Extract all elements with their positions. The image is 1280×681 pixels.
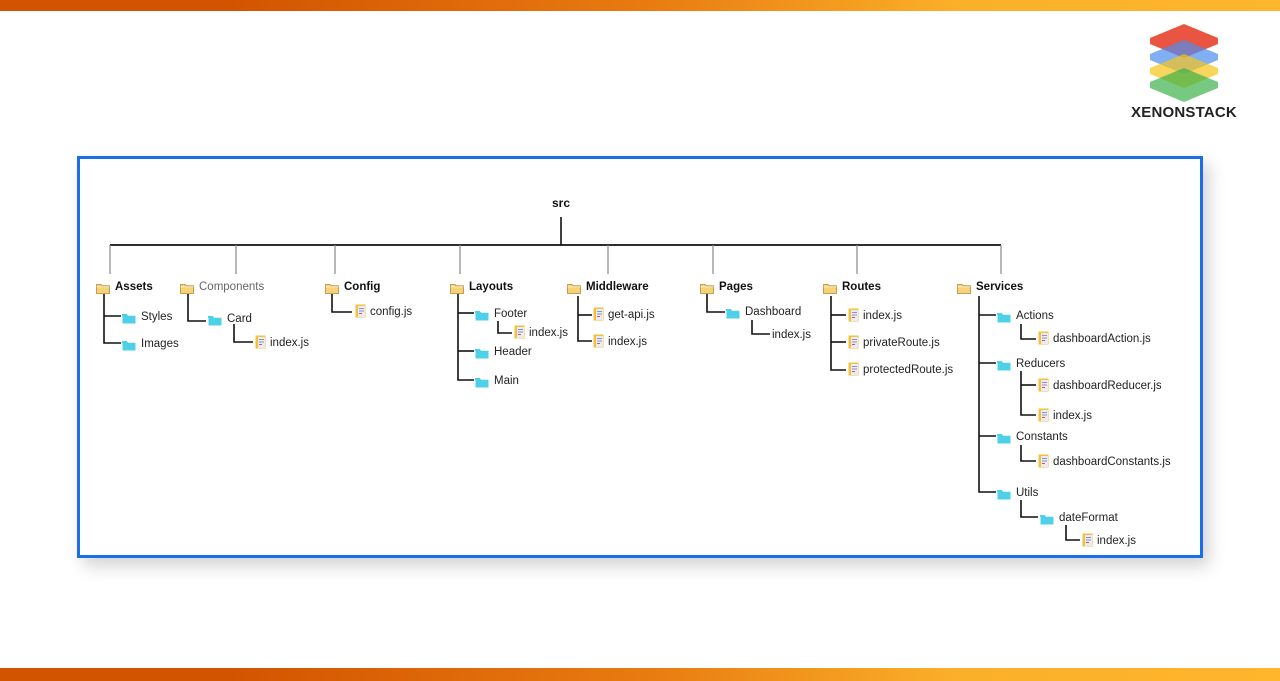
connector-elbow: [1020, 500, 1038, 518]
tree-node-components-card: Card: [227, 313, 252, 325]
tree-node-services-reducers: Reducers: [1016, 358, 1066, 370]
tree-node-layouts-main: Main: [494, 375, 519, 387]
tree-node-services-constants-file: dashboardConstants.js: [1053, 456, 1171, 468]
tree-node-config-configjs: config.js: [370, 306, 413, 318]
tree-node-routes-index: index.js: [863, 310, 902, 322]
connector-elbow: [1020, 445, 1036, 462]
connector-elbow: [577, 296, 592, 342]
folder-icon: [700, 281, 714, 299]
js-file-icon: [1038, 454, 1049, 473]
connector-elbow: [830, 296, 846, 371]
js-file-icon: [1038, 331, 1049, 350]
js-file-icon: [255, 335, 266, 354]
tree-node-pages-dashboard-index: index.js: [772, 329, 811, 341]
js-file-icon: [848, 362, 859, 381]
tree-node-services-reducers-index: index.js: [1053, 410, 1092, 422]
tree-node-components: Components: [199, 281, 265, 293]
tree-node-routes-private: privateRoute.js: [863, 337, 940, 349]
tree-node-services: Services: [976, 281, 1024, 293]
tree-node-layouts-footer: Footer: [494, 308, 528, 320]
connector-elbow: [978, 296, 996, 493]
tree-node-assets-images: Images: [141, 338, 179, 350]
tree-node-components-card-index: index.js: [270, 337, 309, 349]
folder-icon: [122, 311, 136, 329]
folder-icon: [208, 313, 222, 331]
folder-icon: [823, 281, 837, 299]
tree-node-middleware-index: index.js: [608, 336, 647, 348]
folder-icon: [567, 281, 581, 299]
folder-icon: [475, 308, 489, 326]
tree-node-layouts-header: Header: [494, 346, 532, 358]
js-file-icon: [1038, 378, 1049, 397]
js-file-icon: [593, 307, 604, 326]
folder-icon: [475, 346, 489, 364]
connector-elbow: [457, 294, 474, 381]
folder-icon: [957, 281, 971, 299]
folder-icon: [450, 281, 464, 299]
js-file-icon: [848, 308, 859, 327]
folder-icon: [997, 431, 1011, 449]
folder-icon: [180, 281, 194, 299]
tree-node-pages-dashboard: Dashboard: [745, 306, 802, 318]
tree-node-services-utils-dateformat: dateFormat: [1059, 512, 1118, 524]
connector-elbow: [1065, 525, 1080, 541]
tree-node-middleware-getapi: get-api.js: [608, 309, 655, 321]
tree-node-services-actions-file: dashboardAction.js: [1053, 333, 1151, 345]
folder-icon: [1040, 512, 1054, 530]
tree-node-layouts: Layouts: [469, 281, 514, 293]
folder-icon: [997, 310, 1011, 328]
connector-elbow: [233, 324, 253, 343]
js-file-icon: [514, 325, 525, 344]
js-file-icon: [848, 335, 859, 354]
connector-elbow: [751, 320, 770, 335]
tree-node-pages: Pages: [719, 281, 753, 293]
tree-node-assets-styles: Styles: [141, 311, 173, 323]
root-label-src: src: [552, 196, 571, 210]
tree-node-services-actions: Actions: [1016, 310, 1054, 322]
js-file-icon: [1038, 408, 1049, 427]
connector-elbow: [1020, 371, 1036, 416]
tree-node-middleware: Middleware: [586, 281, 649, 293]
tree-node-services-reducers-file: dashboardReducer.js: [1053, 380, 1162, 392]
js-file-icon: [1082, 533, 1093, 552]
tree-node-config: Config: [344, 281, 381, 293]
tree-node-services-utils: Utils: [1016, 487, 1039, 499]
js-file-icon: [593, 334, 604, 353]
folder-icon: [997, 487, 1011, 505]
folder-icon: [726, 306, 740, 324]
folder-icon: [122, 338, 136, 356]
folder-icon: [475, 375, 489, 393]
js-file-icon: [355, 304, 366, 323]
connector-elbow: [103, 294, 121, 344]
tree-node-services-utils-dateformat-index: index.js: [1097, 535, 1136, 547]
tree-node-layouts-footer-index: index.js: [529, 327, 568, 339]
folder-icon: [325, 281, 339, 299]
connector-elbow: [497, 321, 512, 334]
connector-elbow: [1020, 324, 1036, 340]
folder-icon: [96, 281, 110, 299]
tree-node-routes-protected: protectedRoute.js: [863, 364, 954, 376]
tree-node-assets: Assets: [115, 281, 153, 293]
tree-node-routes: Routes: [842, 281, 881, 293]
folder-icon: [997, 358, 1011, 376]
tree-node-services-constants: Constants: [1016, 431, 1068, 443]
